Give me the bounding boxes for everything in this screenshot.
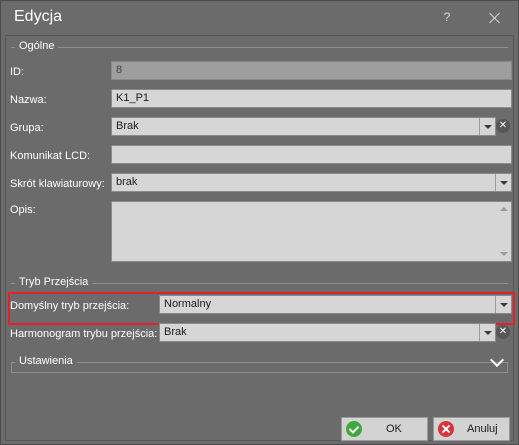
general-legend: Ogólne [15,40,59,52]
chevron-down-icon[interactable] [495,296,511,313]
check-icon [346,421,362,437]
general-group-line [11,47,508,48]
description-label: Opis: [10,204,36,216]
id-field: 8 [111,61,512,80]
group-label: Grupa: [10,122,44,134]
ok-button-label: OK [386,423,402,435]
group-select[interactable]: Brak [111,117,496,136]
default-mode-select[interactable]: Normalny [159,295,512,314]
cancel-button-label: Anuluj [467,423,498,435]
settings-legend[interactable]: Ustawienia [15,355,77,367]
title-bar: Edycja ? [1,1,518,35]
help-icon[interactable]: ? [437,10,457,26]
clear-icon[interactable]: ✕ [496,325,510,339]
clear-icon[interactable]: ✕ [496,119,510,133]
dialog-title: Edycja [14,8,63,25]
description-textarea[interactable] [111,201,512,262]
schedule-select[interactable]: Brak [159,323,496,342]
settings-group-border [11,362,508,373]
name-field[interactable]: K1_P1 [111,89,512,108]
shortcut-select[interactable]: brak [111,173,512,192]
scroll-down-icon[interactable] [500,252,508,256]
dialog-body: Ogólne ID: 8 Nazwa: K1_P1 Grupa: Brak ✕ … [5,35,515,441]
passage-legend: Tryb Przejścia [15,276,93,288]
cancel-button[interactable]: Anuluj [433,417,510,441]
scroll-up-icon[interactable] [500,207,508,211]
chevron-down-icon[interactable] [495,174,511,191]
edit-dialog: Edycja ? Ogólne ID: 8 Nazwa: K1_P1 Grupa… [0,0,519,445]
close-icon[interactable] [483,6,507,30]
chevron-down-icon[interactable] [479,324,495,341]
cancel-icon [438,421,454,437]
default-mode-label: Domyślny tryb przejścia: [10,300,130,312]
ok-button[interactable]: OK [341,417,428,441]
id-label: ID: [10,66,25,78]
chevron-down-icon[interactable] [479,118,495,135]
description-scrollbar[interactable] [497,202,511,261]
name-label: Nazwa: [10,94,47,106]
lcd-field[interactable] [111,145,512,164]
shortcut-label: Skrót klawiaturowy: [10,178,105,190]
lcd-label: Komunikat LCD: [10,150,91,162]
schedule-label: Harmonogram trybu przejścia: [10,328,158,340]
